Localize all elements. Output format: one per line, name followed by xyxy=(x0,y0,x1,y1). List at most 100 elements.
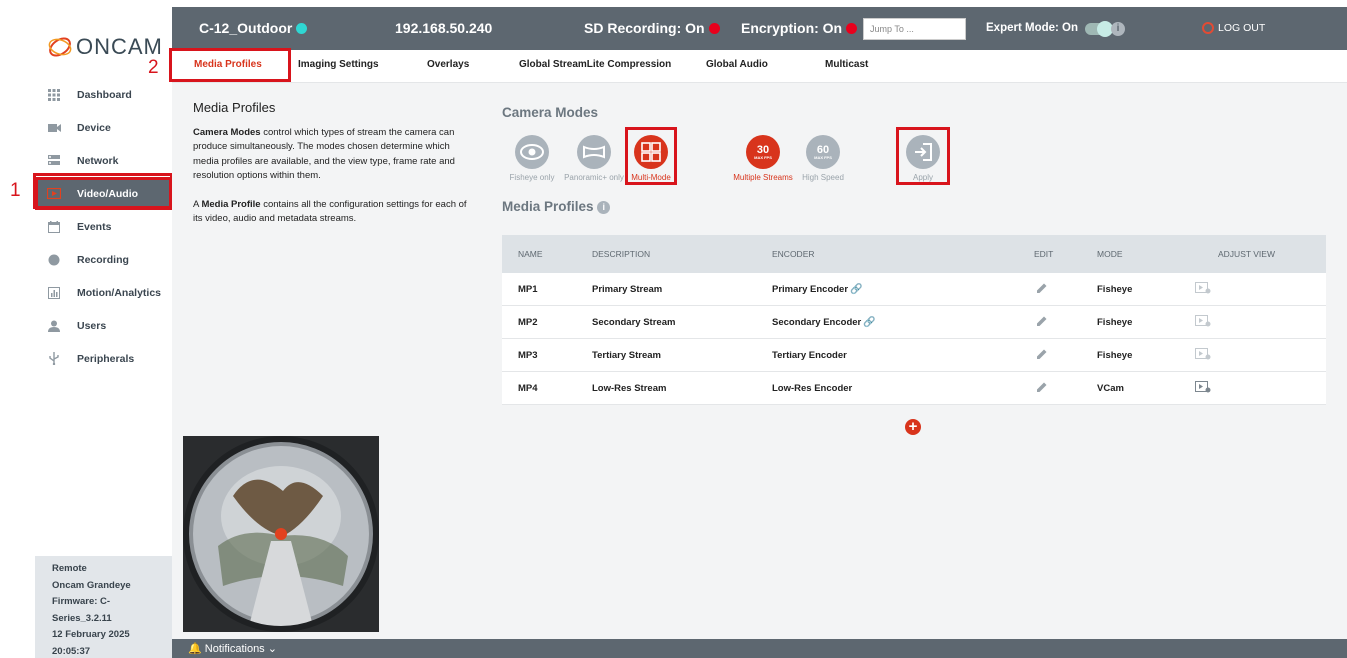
encoder-text: Primary Encoder xyxy=(772,283,849,295)
highlight-box-multi-mode xyxy=(625,127,677,185)
media-profiles-title-text: Media Profiles xyxy=(502,199,594,214)
profile-mode: Fisheye xyxy=(1097,283,1133,295)
sd-recording-text: SD Recording: On xyxy=(584,20,705,36)
grid-icon xyxy=(47,88,61,101)
profile-name: MP4 xyxy=(518,382,538,394)
edit-pencil-icon[interactable] xyxy=(1036,381,1048,396)
mode-label: Panoramic+ only xyxy=(564,173,624,182)
add-profile-button[interactable]: + xyxy=(905,419,921,435)
info-date: 12 February 2025 xyxy=(52,629,130,640)
link-icon[interactable]: 🔗 xyxy=(863,317,875,328)
edit-pencil-icon[interactable] xyxy=(1036,315,1048,330)
profile-encoder: Secondary Encoder 🔗 xyxy=(772,317,876,328)
camera-preview[interactable] xyxy=(183,436,379,632)
info-model: Oncam Grandeye xyxy=(52,579,131,591)
table-row[interactable]: MP1 Primary Stream Primary Encoder 🔗 Fish… xyxy=(502,273,1326,306)
media-profiles-table: NAME DESCRIPTION ENCODER EDIT MODE ADJUS… xyxy=(502,235,1326,405)
table-header: NAME DESCRIPTION ENCODER EDIT MODE ADJUS… xyxy=(502,235,1326,273)
info-icon[interactable]: i xyxy=(597,201,611,214)
mode-high-speed[interactable]: 60 MAX FPS High Speed xyxy=(795,135,851,182)
col-adjust-view: ADJUST VIEW xyxy=(1218,249,1275,259)
sidebar-item-label: Network xyxy=(77,154,119,167)
camera-modes-description: Camera Modes control which types of stre… xyxy=(193,126,468,184)
sidebar-item-label: Device xyxy=(77,121,111,134)
fps-value: 60 xyxy=(816,143,830,156)
sidebar-item-label: Dashboard xyxy=(77,88,132,101)
mode-fisheye-only[interactable]: Fisheye only xyxy=(504,135,560,182)
mode-label: Fisheye only xyxy=(509,173,555,182)
annotation-2: 2 xyxy=(148,57,159,78)
sidebar-item-label: Users xyxy=(77,319,107,332)
expert-mode-label: Expert Mode: On xyxy=(986,22,1079,34)
profile-name: MP2 xyxy=(518,316,538,328)
device-name: C-12_Outdoor xyxy=(199,20,308,36)
mode-multiple-streams[interactable]: 30 MAX FPS Multiple Streams xyxy=(733,135,793,182)
bell-icon: 🔔 xyxy=(188,643,202,655)
sidebar-item-users[interactable]: Users xyxy=(35,309,172,342)
adjust-view-icon[interactable] xyxy=(1195,347,1211,363)
eye-icon xyxy=(515,135,549,169)
sidebar: ONCAM Dashboard Device Network Video/Aud… xyxy=(35,8,172,658)
mode-panoramic-only[interactable]: Panoramic+ only xyxy=(564,135,624,182)
fisheye-image xyxy=(183,436,379,632)
info-icon[interactable]: i xyxy=(1111,22,1125,36)
col-encoder: ENCODER xyxy=(772,249,815,259)
encryption-dot xyxy=(846,23,858,34)
fps-sub: MAX FPS xyxy=(814,154,832,160)
page-title: Media Profiles xyxy=(193,100,276,115)
col-description: DESCRIPTION xyxy=(592,249,651,259)
media-profile-term: Media Profile xyxy=(201,198,261,210)
tab-imaging-settings[interactable]: Imaging Settings xyxy=(298,59,379,70)
adjust-view-icon[interactable] xyxy=(1195,281,1211,297)
col-edit: EDIT xyxy=(1034,249,1054,259)
record-icon xyxy=(47,254,61,266)
link-icon[interactable]: 🔗 xyxy=(850,284,862,295)
device-name-text: C-12_Outdoor xyxy=(199,20,293,36)
jump-to-input[interactable]: Jump To ... xyxy=(863,18,966,40)
sidebar-item-peripherals[interactable]: Peripherals xyxy=(35,342,172,375)
chevron-down-icon: ⌄ xyxy=(267,643,277,655)
profile-encoder: Low-Res Encoder xyxy=(772,382,853,394)
sd-recording-status: SD Recording: On xyxy=(584,20,720,36)
logout-button[interactable]: LOG OUT xyxy=(1202,22,1265,34)
sidebar-item-recording[interactable]: Recording xyxy=(35,243,172,276)
table-row[interactable]: MP4 Low-Res Stream Low-Res Encoder VCam xyxy=(502,372,1326,405)
top-bar: C-12_Outdoor 192.168.50.240 SD Recording… xyxy=(172,7,1347,50)
col-name: NAME xyxy=(518,249,543,259)
sidebar-item-motion-analytics[interactable]: Motion/Analytics xyxy=(35,276,172,309)
table-row[interactable]: MP2 Secondary Stream Secondary Encoder 🔗 … xyxy=(502,306,1326,339)
mode-label: High Speed xyxy=(802,173,844,182)
tab-bar: Media Profiles Imaging Settings Overlays… xyxy=(172,50,1347,83)
usb-icon xyxy=(47,352,61,365)
table-row[interactable]: MP3 Tertiary Stream Tertiary Encoder Fis… xyxy=(502,339,1326,372)
tab-multicast[interactable]: Multicast xyxy=(825,59,868,70)
edit-pencil-icon[interactable] xyxy=(1036,282,1048,297)
highlight-box-tab xyxy=(169,48,291,82)
adjust-view-icon[interactable] xyxy=(1195,380,1211,396)
tab-overlays[interactable]: Overlays xyxy=(427,59,469,70)
user-icon xyxy=(47,320,61,332)
profile-description: Primary Stream xyxy=(592,283,663,295)
profile-description: Low-Res Stream xyxy=(592,382,667,394)
fps-30-icon: 30 MAX FPS xyxy=(746,135,780,169)
edit-pencil-icon[interactable] xyxy=(1036,348,1048,363)
profile-encoder: Primary Encoder 🔗 xyxy=(772,284,863,295)
online-status-dot xyxy=(296,23,308,34)
fps-value: 30 xyxy=(756,143,770,156)
media-profiles-title: Media Profiles i xyxy=(502,199,611,214)
annotation-1: 1 xyxy=(10,180,21,201)
calendar-icon xyxy=(47,220,61,233)
expert-mode-toggle[interactable] xyxy=(1085,21,1113,37)
adjust-view-icon[interactable] xyxy=(1195,314,1211,330)
info-connection: Remote xyxy=(52,563,87,574)
fps-60-icon: 60 MAX FPS xyxy=(806,135,840,169)
sidebar-item-device[interactable]: Device xyxy=(35,111,172,144)
tab-global-streamlite-compression[interactable]: Global StreamLite Compression xyxy=(519,59,671,70)
notifications-bar[interactable]: 🔔 Notifications ⌄ xyxy=(172,639,1347,658)
sidebar-item-dashboard[interactable]: Dashboard xyxy=(35,78,172,111)
camera-icon xyxy=(47,122,61,134)
tab-global-audio[interactable]: Global Audio xyxy=(706,59,768,70)
col-mode: MODE xyxy=(1097,249,1123,259)
profile-name: MP3 xyxy=(518,349,538,361)
sidebar-item-events[interactable]: Events xyxy=(35,210,172,243)
